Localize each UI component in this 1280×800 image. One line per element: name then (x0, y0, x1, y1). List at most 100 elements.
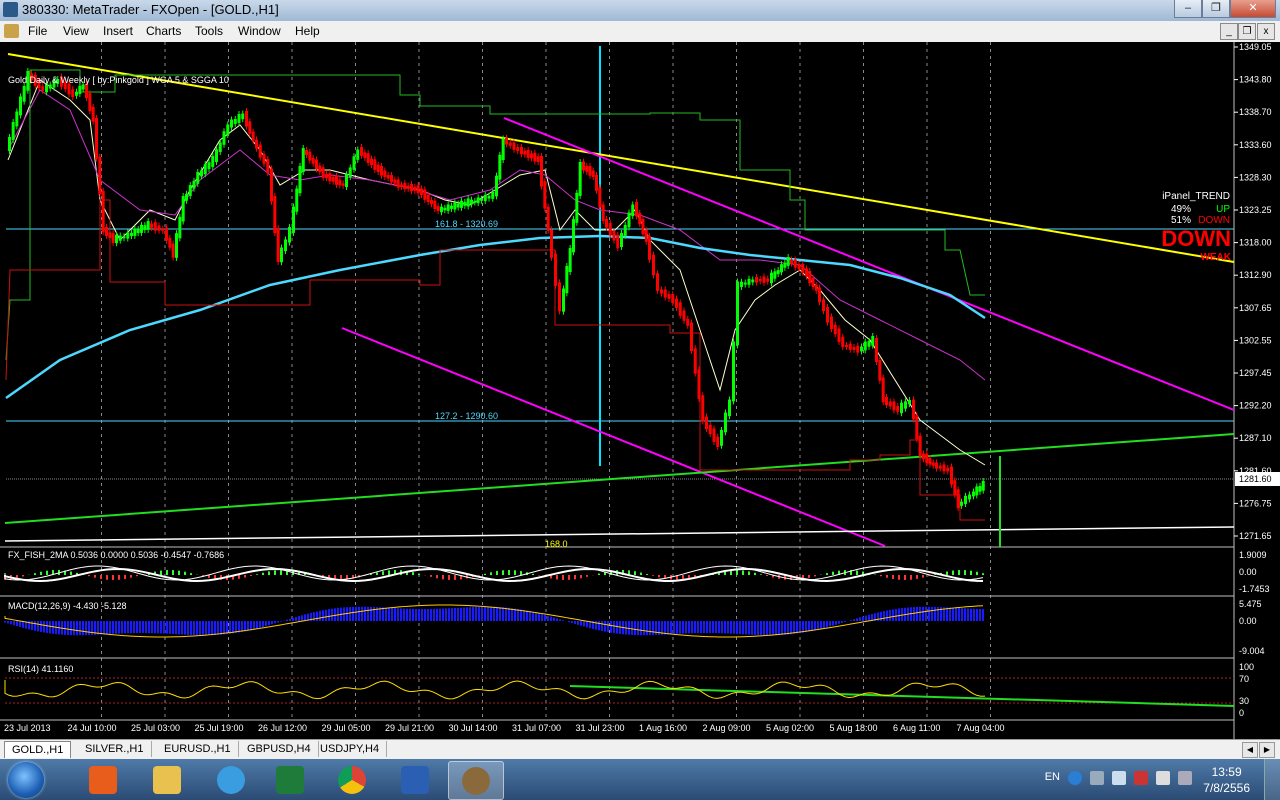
volume-icon[interactable] (1156, 771, 1170, 785)
candle-body (830, 316, 833, 330)
time-label: 24 Jul 10:00 (68, 723, 117, 733)
candle-body (161, 228, 165, 231)
candle-body (881, 377, 885, 403)
candle-body (75, 91, 78, 96)
candle-body (433, 200, 437, 209)
tab-silver-h1[interactable]: SILVER.,H1 (78, 741, 152, 757)
candle-body (440, 206, 443, 213)
candle-body (736, 281, 739, 346)
tab-usdjpy-h4[interactable]: USDJPY,H4 (313, 741, 388, 757)
taskbar-excel[interactable] (263, 761, 317, 798)
menu-insert[interactable]: Insert (103, 24, 133, 38)
candle-body (341, 183, 345, 186)
candle-body (288, 227, 291, 243)
tab-gold-h1[interactable]: GOLD.,H1 (4, 741, 72, 758)
clock[interactable]: 13:59 7/8/2556 (1203, 764, 1250, 796)
candle-body (363, 152, 367, 159)
menu-file[interactable]: File (28, 24, 47, 38)
candle-body (837, 328, 841, 342)
candle-body (366, 153, 370, 163)
candle-body (196, 172, 200, 184)
candle-body (675, 298, 678, 308)
candle-body (780, 264, 783, 273)
chrome-icon (338, 766, 366, 794)
candle-body (373, 159, 377, 170)
time-label: 30 Jul 14:00 (449, 723, 498, 733)
mdi-close-button[interactable]: x (1257, 23, 1275, 40)
candle-body (652, 254, 655, 276)
candle-body (443, 207, 447, 211)
candle-body (546, 206, 550, 231)
candle-body (276, 228, 280, 262)
candle-body (981, 481, 985, 491)
candle-body (406, 185, 410, 189)
price-chart[interactable]: Gold Daily & Weekly [ by:Pinkgold ] WGA … (0, 42, 1280, 739)
candle-body (638, 212, 642, 224)
candle-body (783, 262, 787, 268)
show-desktop-button[interactable] (1264, 759, 1280, 800)
time-label: 1 Aug 16:00 (639, 723, 687, 733)
candle-body (900, 402, 903, 414)
mdi-minimize-button[interactable]: _ (1220, 23, 1238, 40)
tab-scroll-right-icon[interactable]: ▶ (1259, 742, 1275, 758)
candle-body (78, 85, 82, 94)
language-indicator[interactable]: EN (1045, 771, 1060, 783)
ipanel-down-pct: 51% (1171, 215, 1191, 226)
price-label: 1292.20 (1239, 401, 1272, 411)
candle-body (852, 347, 856, 350)
window-title: 380330: MetaTrader - FXOpen - [GOLD.,H1] (22, 2, 279, 17)
taskbar-file-explorer[interactable] (140, 761, 194, 798)
signal-icon[interactable] (1178, 771, 1192, 785)
restore-button[interactable]: ❐ (1202, 0, 1230, 18)
candle-body (218, 142, 222, 153)
candle-body (888, 401, 892, 407)
candle-body (157, 225, 161, 231)
candle-body (512, 142, 516, 150)
candle-body (942, 464, 946, 472)
candle-body (938, 465, 942, 469)
start-button[interactable] (8, 762, 44, 798)
taskbar-media-player[interactable] (76, 761, 130, 798)
menu-window[interactable]: Window (238, 24, 281, 38)
candle-body (311, 157, 315, 164)
tab-scroll-left-icon[interactable]: ◀ (1242, 742, 1258, 758)
candle-body (627, 212, 631, 228)
candle-body (931, 462, 935, 466)
taskbar-metatrader[interactable] (448, 761, 504, 800)
taskbar-chrome[interactable] (325, 761, 379, 798)
time-label: 31 Jul 23:00 (576, 723, 625, 733)
candle-body (863, 341, 867, 351)
tab-gbpusd-h4[interactable]: GBPUSD,H4 (240, 741, 319, 757)
candle-body (743, 282, 747, 285)
candle-body (416, 185, 420, 194)
close-button[interactable]: ✕ (1230, 0, 1276, 18)
fib-label-127-2: 127.2 - 1290.60 (435, 411, 498, 421)
taskbar-internet-explorer[interactable] (204, 761, 258, 798)
network-icon[interactable] (1134, 771, 1148, 785)
candle-body (758, 279, 762, 282)
menu-tools[interactable]: Tools (195, 24, 223, 38)
candle-body (562, 288, 565, 312)
candle-body (690, 322, 693, 352)
candle-body (255, 139, 258, 149)
candle-body (19, 96, 22, 116)
tab-eurusd-h1[interactable]: EURUSD.,H1 (157, 741, 239, 757)
candle-body (565, 266, 569, 294)
minimize-button[interactable]: – (1174, 0, 1202, 18)
candle-body (262, 154, 266, 164)
candle-body (370, 158, 373, 166)
mdi-restore-button[interactable]: ❐ (1238, 23, 1256, 40)
menu-help[interactable]: Help (295, 24, 320, 38)
candle-body (953, 480, 957, 496)
flag-icon[interactable] (1112, 771, 1126, 785)
menu-charts[interactable]: Charts (146, 24, 181, 38)
candle-body (968, 494, 971, 500)
taskbar-word[interactable] (388, 761, 442, 798)
candle-body (483, 195, 487, 202)
macd-indicator-label: MACD(12,26,9) -4.430 -5.128 (8, 601, 127, 611)
menu-view[interactable]: View (63, 24, 89, 38)
fish-axis-zero: 0.00 (1239, 567, 1257, 577)
help-icon[interactable] (1068, 771, 1082, 785)
tray-app-icon[interactable] (1090, 771, 1104, 785)
chart-window-icon[interactable] (4, 24, 19, 38)
